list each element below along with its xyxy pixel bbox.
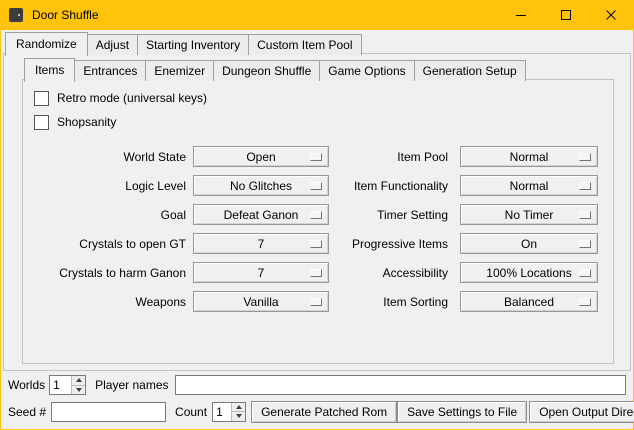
dropdown-indicator-icon xyxy=(310,298,322,306)
dropdown-crystals-open-gt[interactable]: 7 xyxy=(193,233,329,254)
goal-label: Goal xyxy=(23,208,193,222)
timer-setting-label: Timer Setting xyxy=(329,208,455,222)
item-pool-label: Item Pool xyxy=(329,150,455,164)
settings-grid: World State Open Item Pool Normal Logic … xyxy=(23,142,613,316)
checkbox-label: Shopsanity xyxy=(57,115,116,129)
progressive-items-label: Progressive Items xyxy=(329,237,455,251)
close-button[interactable] xyxy=(589,0,634,30)
settings-row: Weapons Vanilla Item Sorting Balanced xyxy=(23,287,613,316)
crystals-harm-ganon-label: Crystals to harm Ganon xyxy=(23,266,193,280)
settings-row: World State Open Item Pool Normal xyxy=(23,142,613,171)
dropdown-progressive-items[interactable]: On xyxy=(460,233,598,254)
maximize-icon xyxy=(561,10,572,21)
app-window: Door Shuffle Randomize Adjust Starting I… xyxy=(0,0,634,430)
generate-patched-rom-button[interactable]: Generate Patched Rom xyxy=(251,401,397,423)
tab-starting-inventory[interactable]: Starting Inventory xyxy=(137,34,249,55)
settings-row: Crystals to harm Ganon 7 Accessibility 1… xyxy=(23,258,613,287)
dropdown-weapons[interactable]: Vanilla xyxy=(193,291,329,312)
dropdown-accessibility[interactable]: 100% Locations xyxy=(460,262,598,283)
arrow-down-icon xyxy=(236,414,242,418)
items-pane: Retro mode (universal keys) Shopsanity W… xyxy=(22,79,614,364)
close-icon xyxy=(606,10,617,21)
minimize-button[interactable] xyxy=(499,0,544,30)
seed-input[interactable] xyxy=(51,402,166,422)
dropdown-indicator-icon xyxy=(579,269,591,277)
dropdown-item-sorting[interactable]: Balanced xyxy=(460,291,598,312)
dropdown-indicator-icon xyxy=(310,153,322,161)
tab-randomize[interactable]: Randomize xyxy=(5,32,88,56)
dropdown-indicator-icon xyxy=(579,298,591,306)
dropdown-crystals-harm-ganon[interactable]: 7 xyxy=(193,262,329,283)
tab-adjust[interactable]: Adjust xyxy=(87,34,138,55)
dropdown-indicator-icon xyxy=(310,269,322,277)
player-names-label: Player names xyxy=(95,378,168,392)
count-spin-buttons xyxy=(231,403,245,421)
window-body: Randomize Adjust Starting Inventory Cust… xyxy=(1,30,633,429)
arrow-up-icon xyxy=(76,378,82,382)
generate-row: Seed # Count Generate Patched Rom Save S… xyxy=(1,400,633,423)
checkbox-box xyxy=(34,115,49,130)
player-names-input[interactable] xyxy=(175,375,627,395)
worlds-spinbox xyxy=(49,375,86,395)
accessibility-label: Accessibility xyxy=(329,266,455,280)
dropdown-indicator-icon xyxy=(310,211,322,219)
item-functionality-label: Item Functionality xyxy=(329,179,455,193)
caption-buttons xyxy=(499,0,634,30)
dropdown-item-functionality[interactable]: Normal xyxy=(460,175,598,196)
checkbox-shopsanity[interactable]: Shopsanity xyxy=(34,110,613,134)
multiworld-row: Worlds Player names xyxy=(1,374,633,396)
window-title: Door Shuffle xyxy=(32,8,99,22)
world-state-label: World State xyxy=(23,150,193,164)
inner-tab-bar: Items Entrances Enemizer Dungeon Shuffle… xyxy=(24,58,526,81)
seed-label: Seed # xyxy=(8,405,46,419)
spin-up-button[interactable] xyxy=(72,376,85,385)
save-settings-button[interactable]: Save Settings to File xyxy=(397,401,527,423)
weapons-label: Weapons xyxy=(23,295,193,309)
tab-custom-item-pool[interactable]: Custom Item Pool xyxy=(248,34,361,55)
dropdown-world-state[interactable]: Open xyxy=(193,146,329,167)
tab-dungeon-shuffle[interactable]: Dungeon Shuffle xyxy=(213,60,320,81)
tab-enemizer[interactable]: Enemizer xyxy=(145,60,214,81)
crystals-open-gt-label: Crystals to open GT xyxy=(23,237,193,251)
checkbox-retro-mode[interactable]: Retro mode (universal keys) xyxy=(34,86,613,110)
dropdown-indicator-icon xyxy=(310,182,322,190)
count-input[interactable] xyxy=(213,403,231,421)
door-icon xyxy=(9,8,23,22)
worlds-input[interactable] xyxy=(50,376,71,394)
logic-level-label: Logic Level xyxy=(23,179,193,193)
settings-row: Crystals to open GT 7 Progressive Items … xyxy=(23,229,613,258)
tab-game-options[interactable]: Game Options xyxy=(319,60,414,81)
count-spinbox xyxy=(212,402,246,422)
arrow-down-icon xyxy=(76,388,82,392)
item-sorting-label: Item Sorting xyxy=(329,295,455,309)
dropdown-indicator-icon xyxy=(579,153,591,161)
settings-row: Goal Defeat Ganon Timer Setting No Timer xyxy=(23,200,613,229)
dropdown-indicator-icon xyxy=(579,182,591,190)
dropdown-indicator-icon xyxy=(310,240,322,248)
dropdown-timer-setting[interactable]: No Timer xyxy=(460,204,598,225)
checkbox-group: Retro mode (universal keys) Shopsanity xyxy=(23,80,613,134)
minimize-icon xyxy=(516,10,527,21)
outer-tab-bar: Randomize Adjust Starting Inventory Cust… xyxy=(5,32,362,55)
worlds-label: Worlds xyxy=(8,378,45,392)
dropdown-logic-level[interactable]: No Glitches xyxy=(193,175,329,196)
spin-down-button[interactable] xyxy=(232,411,245,421)
worlds-spin-buttons xyxy=(71,376,85,394)
checkbox-box xyxy=(34,91,49,106)
dropdown-indicator-icon xyxy=(579,211,591,219)
tab-entrances[interactable]: Entrances xyxy=(74,60,146,81)
count-label: Count xyxy=(175,405,207,419)
dropdown-indicator-icon xyxy=(579,240,591,248)
dropdown-goal[interactable]: Defeat Ganon xyxy=(193,204,329,225)
open-output-directory-button[interactable]: Open Output Directory xyxy=(529,401,634,423)
maximize-button[interactable] xyxy=(544,0,589,30)
checkbox-label: Retro mode (universal keys) xyxy=(57,91,207,105)
spin-up-button[interactable] xyxy=(232,403,245,412)
settings-row: Logic Level No Glitches Item Functionali… xyxy=(23,171,613,200)
arrow-up-icon xyxy=(236,405,242,409)
tab-items[interactable]: Items xyxy=(24,58,75,82)
spin-down-button[interactable] xyxy=(72,385,85,395)
tab-generation-setup[interactable]: Generation Setup xyxy=(414,60,526,81)
dropdown-item-pool[interactable]: Normal xyxy=(460,146,598,167)
